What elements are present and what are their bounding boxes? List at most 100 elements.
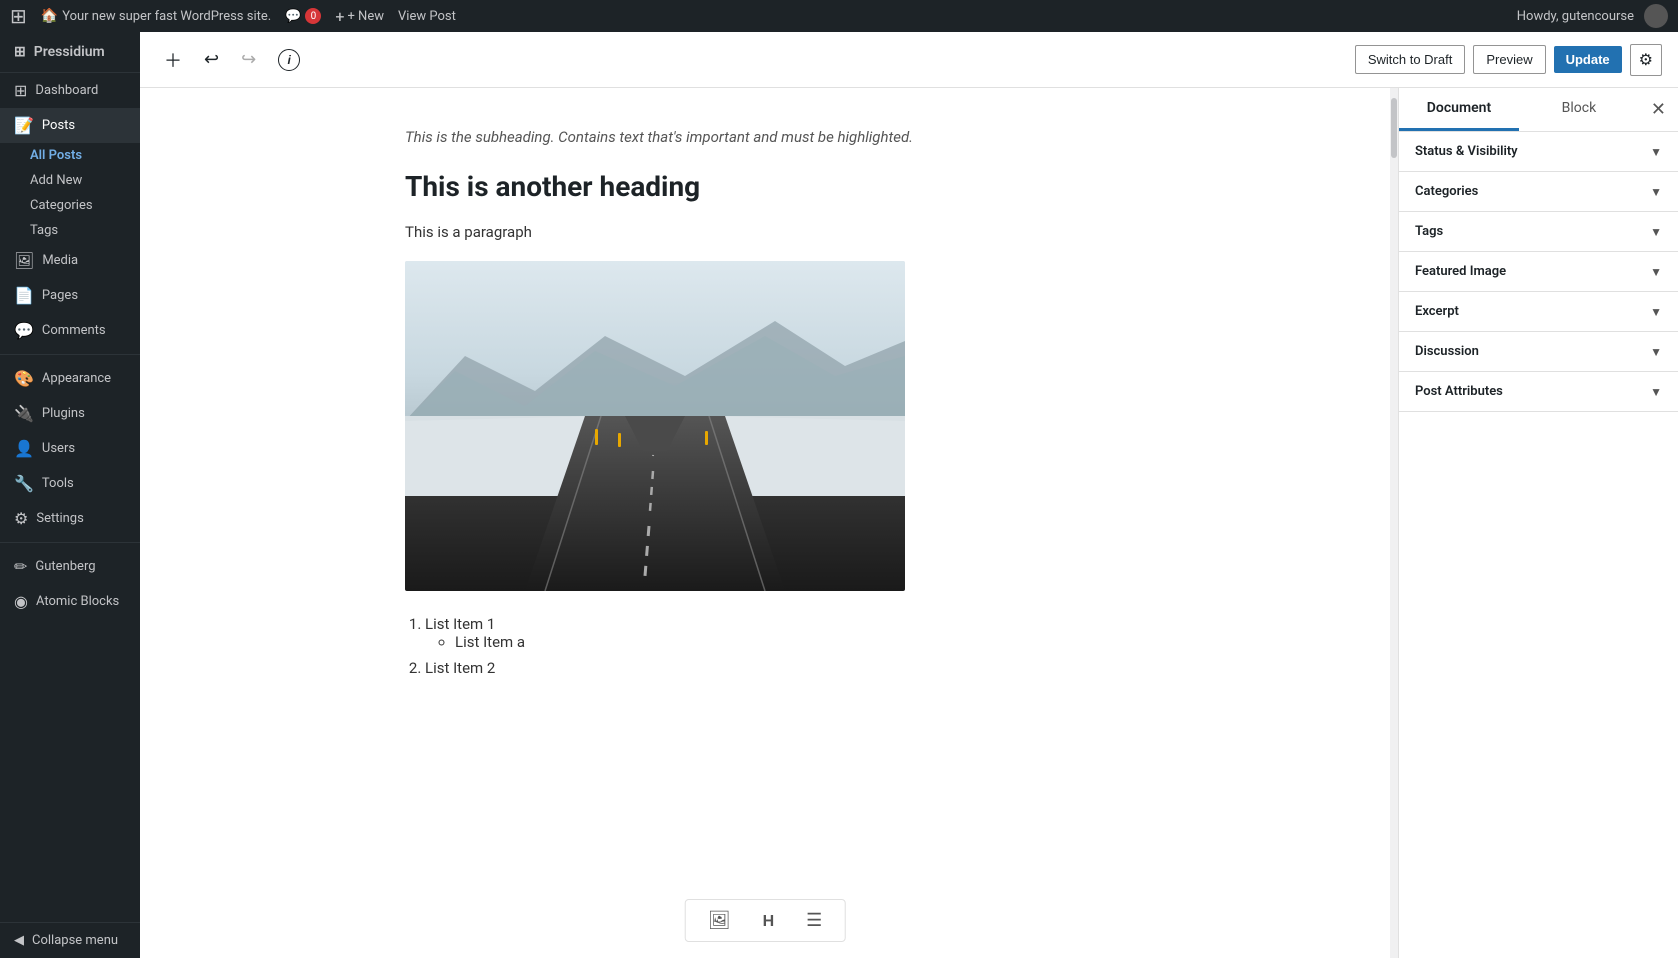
- sidebar-item-appearance[interactable]: 🎨 Appearance: [0, 361, 140, 396]
- pages-icon: 📄: [14, 286, 34, 305]
- view-post-link[interactable]: View Post: [398, 9, 456, 24]
- unordered-sub-list: List Item a: [455, 633, 1125, 651]
- discussion-header[interactable]: Discussion ▼: [1399, 332, 1678, 371]
- editor-scroll-wrapper: This is the subheading. Contains text th…: [140, 88, 1398, 958]
- sidebar-settings-label: Settings: [36, 511, 83, 526]
- excerpt-header[interactable]: Excerpt ▼: [1399, 292, 1678, 331]
- settings-panel-button[interactable]: ⚙: [1630, 44, 1662, 76]
- block-bottom-toolbar: 🖼 H ☰: [685, 899, 846, 942]
- status-visibility-label: Status & Visibility: [1415, 144, 1518, 159]
- sidebar-sub-categories[interactable]: Categories: [0, 193, 140, 218]
- sidebar-divider-1: [0, 354, 140, 355]
- new-label: + New: [347, 9, 384, 24]
- editor-image-block[interactable]: [405, 261, 905, 591]
- toolbar-right: Switch to Draft Preview Update ⚙: [1355, 44, 1662, 76]
- categories-label: Categories: [1415, 184, 1478, 199]
- list-item-1: List Item 1 List Item a: [425, 615, 1125, 651]
- list-sub-item-a: List Item a: [455, 633, 1125, 651]
- sidebar-item-plugins[interactable]: 🔌 Plugins: [0, 396, 140, 431]
- toolbar-left: ＋ ↩ ↪ i: [156, 41, 308, 79]
- editor-panel-wrapper: This is the subheading. Contains text th…: [140, 88, 1678, 958]
- preview-button[interactable]: Preview: [1473, 45, 1545, 74]
- list-block-icon: ☰: [806, 910, 822, 930]
- switch-draft-button[interactable]: Switch to Draft: [1355, 45, 1466, 74]
- panel-section-discussion: Discussion ▼: [1399, 332, 1678, 372]
- sidebar-item-users[interactable]: 👤 Users: [0, 431, 140, 466]
- right-panel: Document Block ✕ Status & Visibility ▼: [1398, 88, 1678, 958]
- view-post-label: View Post: [398, 9, 456, 24]
- new-content-link[interactable]: + + New: [335, 7, 384, 26]
- collapse-menu-button[interactable]: ◀ Collapse menu: [0, 922, 140, 958]
- sidebar-item-pages[interactable]: 📄 Pages: [0, 278, 140, 313]
- sidebar-item-media[interactable]: 🖼 Media: [0, 243, 140, 278]
- sidebar-item-tools[interactable]: 🔧 Tools: [0, 466, 140, 501]
- comments-link[interactable]: 💬 0: [285, 8, 321, 24]
- chevron-down-icon-6: ▼: [1650, 345, 1662, 359]
- image-block-tool[interactable]: 🖼: [702, 906, 737, 935]
- add-block-icon: ＋: [164, 47, 182, 73]
- tab-document[interactable]: Document: [1399, 88, 1519, 131]
- sidebar-media-label: Media: [42, 253, 78, 268]
- ordered-list: List Item 1 List Item a List Item 2: [425, 615, 1125, 677]
- atomic-blocks-icon: ◉: [14, 592, 28, 611]
- sidebar-item-comments[interactable]: 💬 Comments: [0, 313, 140, 348]
- info-icon: i: [278, 49, 300, 71]
- undo-icon: ↩: [204, 49, 219, 70]
- sidebar-sub-add-new[interactable]: Add New: [0, 168, 140, 193]
- heading-block-tool[interactable]: H: [757, 906, 781, 935]
- post-attributes-header[interactable]: Post Attributes ▼: [1399, 372, 1678, 411]
- featured-image-header[interactable]: Featured Image ▼: [1399, 252, 1678, 291]
- featured-image-label: Featured Image: [1415, 264, 1506, 279]
- editor-scrollbar[interactable]: [1390, 88, 1398, 958]
- sidebar-item-posts[interactable]: 📝 Posts: [0, 108, 140, 143]
- settings-icon: ⚙: [14, 509, 28, 528]
- scrollbar-thumb: [1391, 98, 1397, 158]
- tab-block[interactable]: Block: [1519, 88, 1639, 131]
- site-name-link[interactable]: 🏠 Your new super fast WordPress site.: [41, 8, 271, 24]
- media-icon: 🖼: [14, 251, 34, 270]
- categories-header[interactable]: Categories ▼: [1399, 172, 1678, 211]
- editor-content[interactable]: This is the subheading. Contains text th…: [140, 88, 1390, 958]
- list-item-2: List Item 2: [425, 659, 1125, 677]
- sidebar-item-settings[interactable]: ⚙ Settings: [0, 501, 140, 536]
- comments-nav-icon: 💬: [14, 321, 34, 340]
- sidebar-gutenberg-label: Gutenberg: [35, 559, 95, 574]
- redo-button[interactable]: ↪: [233, 43, 264, 76]
- chevron-down-icon-5: ▼: [1650, 305, 1662, 319]
- home-icon: 🏠: [41, 8, 58, 24]
- info-button[interactable]: i: [270, 43, 308, 77]
- add-block-button[interactable]: ＋: [156, 41, 190, 79]
- sidebar-item-dashboard[interactable]: ⊞ Dashboard: [0, 73, 140, 108]
- editor-content-inner: This is the subheading. Contains text th…: [405, 128, 1125, 677]
- sidebar-appearance-label: Appearance: [42, 371, 111, 386]
- redo-icon: ↪: [241, 49, 256, 70]
- panel-section-tags: Tags ▼: [1399, 212, 1678, 252]
- update-button[interactable]: Update: [1554, 46, 1622, 73]
- admin-bar: ⊞ 🏠 Your new super fast WordPress site. …: [0, 0, 1678, 32]
- tags-label: Tags: [1415, 224, 1443, 239]
- close-icon: ✕: [1651, 99, 1666, 120]
- panel-close-button[interactable]: ✕: [1639, 88, 1678, 131]
- tab-block-label: Block: [1562, 100, 1597, 116]
- tags-header[interactable]: Tags ▼: [1399, 212, 1678, 251]
- users-icon: 👤: [14, 439, 34, 458]
- sidebar-sub-tags[interactable]: Tags: [0, 218, 140, 243]
- admin-bar-left: ⊞ 🏠 Your new super fast WordPress site. …: [10, 6, 1505, 26]
- sidebar-posts-label: Posts: [42, 118, 75, 133]
- sidebar-sub-all-posts[interactable]: All Posts: [0, 143, 140, 168]
- undo-button[interactable]: ↩: [196, 43, 227, 76]
- list-block-tool[interactable]: ☰: [800, 906, 828, 935]
- sidebar-item-atomic-blocks[interactable]: ◉ Atomic Blocks: [0, 584, 140, 619]
- status-visibility-header[interactable]: Status & Visibility ▼: [1399, 132, 1678, 171]
- list-item-1-text: List Item 1: [425, 615, 495, 633]
- settings-gear-icon: ⚙: [1639, 52, 1653, 69]
- editor-toolbar: ＋ ↩ ↪ i Switch to Draft Preview Update ⚙: [140, 32, 1678, 88]
- collapse-icon: ◀: [14, 933, 24, 948]
- heading-2: This is another heading: [405, 170, 1125, 203]
- sidebar-item-gutenberg[interactable]: ✏ Gutenberg: [0, 549, 140, 584]
- chevron-down-icon: ▼: [1650, 145, 1662, 159]
- sidebar-users-label: Users: [42, 441, 75, 456]
- tab-document-label: Document: [1427, 100, 1491, 116]
- image-block-icon: 🖼: [708, 910, 731, 930]
- sidebar-brand: ⊞ Pressidium: [0, 32, 140, 73]
